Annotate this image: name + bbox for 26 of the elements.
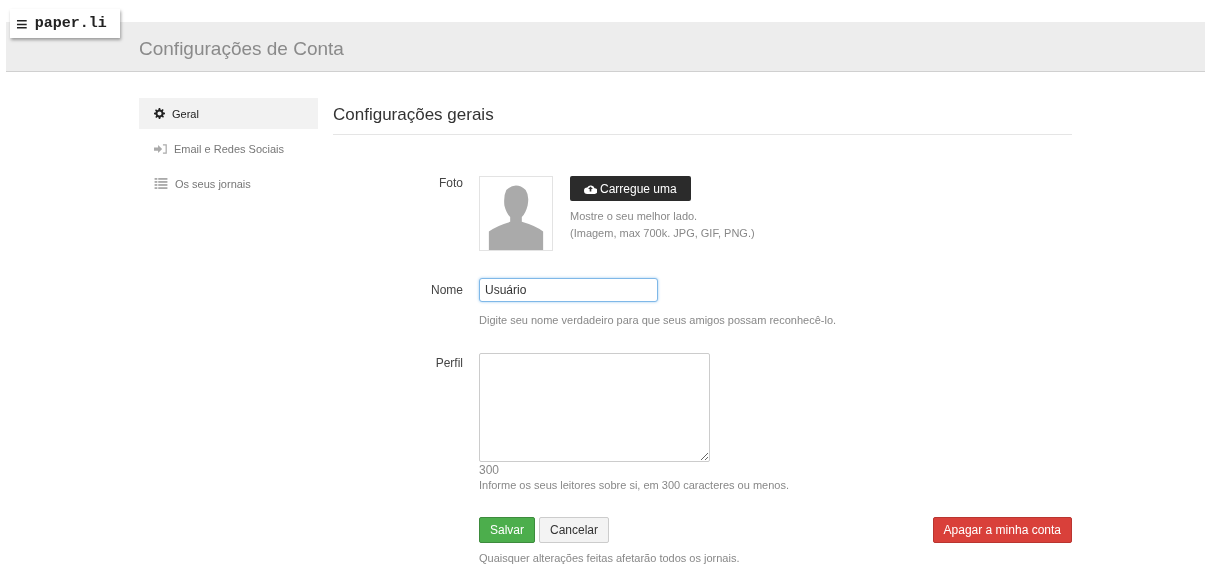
profile-textarea[interactable]	[479, 353, 710, 462]
character-counter: 300	[479, 463, 501, 477]
delete-account-button[interactable]: Apagar a minha conta	[932, 517, 1072, 543]
field-label: Perfil	[434, 355, 464, 372]
gear-icon	[154, 108, 165, 119]
hint-text: (Imagem, max 700k. JPG, GIF, PNG.)	[570, 226, 755, 241]
sidebar-item[interactable]: Email e Redes Sociais	[139, 133, 318, 164]
field-label: Foto	[438, 176, 464, 192]
field-label: Nome	[430, 283, 464, 297]
list-icon	[154, 178, 168, 189]
page-title: Configurações de Conta	[139, 37, 344, 60]
footer-note: Quaisquer alterações feitas afetarão todos os jornais.	[479, 551, 741, 566]
sidebar-item[interactable]: Geral	[139, 98, 318, 129]
sidebar-item[interactable]: Os seus jornais	[139, 168, 318, 199]
sign-in-icon	[154, 143, 167, 154]
hint-text: Mostre o seu melhor lado.	[570, 209, 699, 224]
logo-text: paper.li	[34, 15, 107, 32]
hint-text: Digite seu nome verdadeiro para que seus amigos possam reconhecê-lo.	[479, 313, 838, 328]
cancel-button[interactable]: Cancelar	[539, 517, 610, 543]
hint-text: Informe os seus leitores sobre si, em 300 caracteres ou menos.	[479, 478, 790, 493]
cloud-upload-icon	[584, 183, 597, 194]
logo-badge[interactable]: ≡ paper.li	[10, 9, 120, 38]
upload-button[interactable]: Carregue uma	[570, 176, 691, 201]
section-title: Configurações gerais	[333, 98, 1072, 135]
menu-icon[interactable]: ≡	[16, 13, 28, 34]
name-input[interactable]: Usuário	[479, 278, 658, 302]
